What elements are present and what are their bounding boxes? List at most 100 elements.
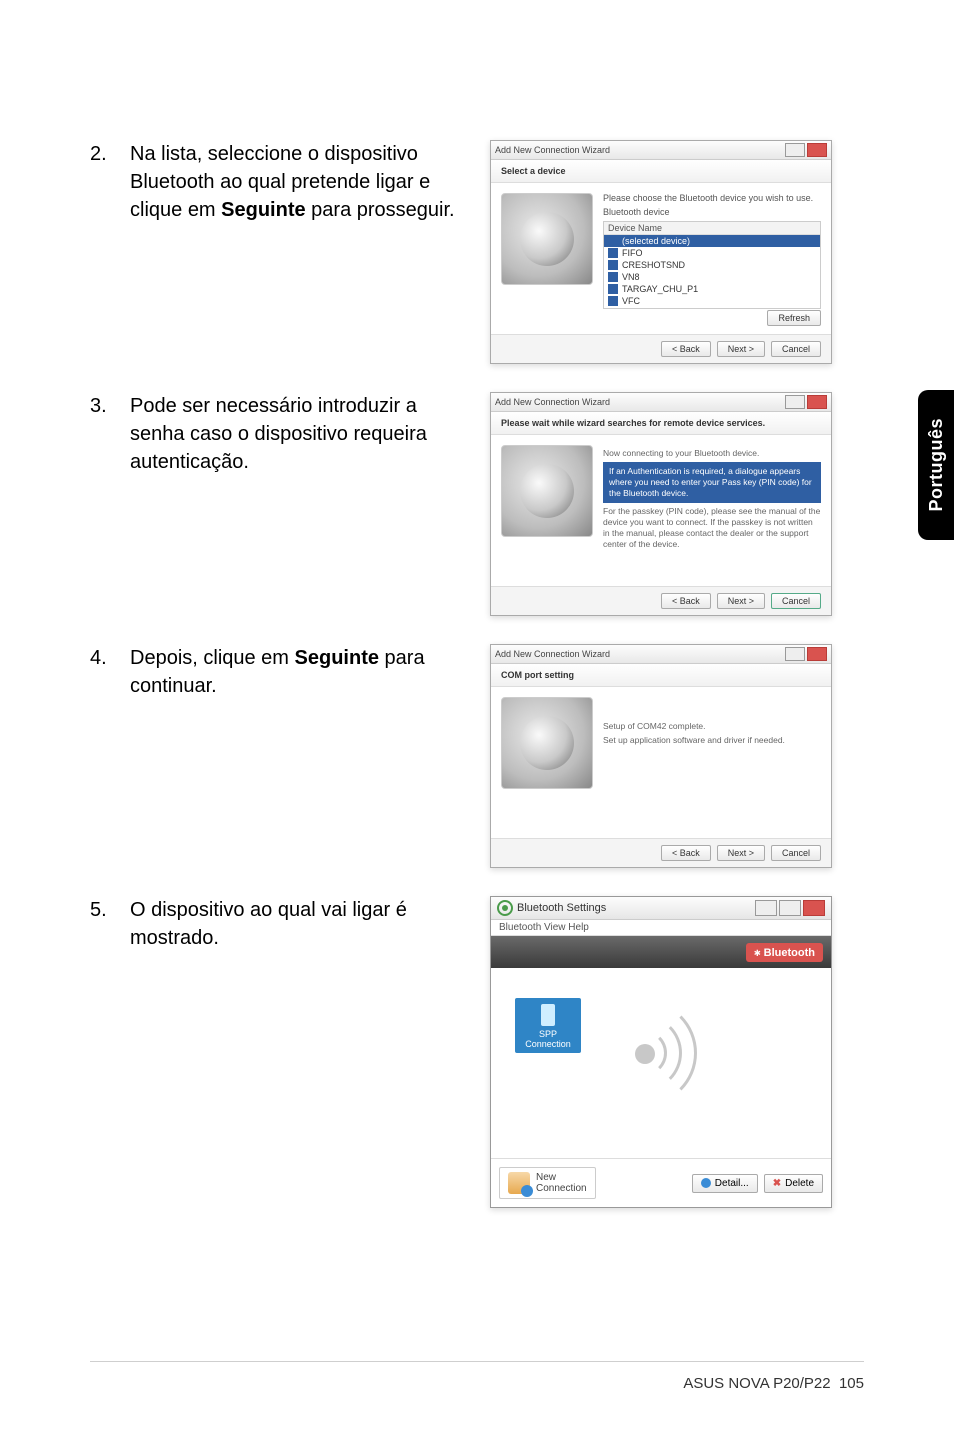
wizard-dialog-1: Add New Connection Wizard Select a devic… [490,140,832,364]
back-button[interactable]: < Back [661,341,711,357]
close-button[interactable] [807,143,827,157]
next-button[interactable]: Next > [717,341,765,357]
device-item[interactable]: VN8 [604,271,820,283]
new-connection-button[interactable]: New Connection [499,1167,596,1199]
step-number: 4. [90,644,130,672]
device-label: FIFO [622,248,643,258]
screenshot-2: Add New Connection Wizard Please wait wh… [490,392,830,616]
step-text-after: para prosseguir. [306,199,455,221]
device-icon [608,284,618,294]
screenshot-1: Add New Connection Wizard Select a devic… [490,140,830,364]
step-text: Na lista, seleccione o dispositivo Bluet… [130,140,490,224]
spp-label-bottom: Connection [517,1039,579,1049]
window-titlebar: Bluetooth Settings [491,897,831,920]
close-button[interactable] [807,647,827,661]
device-icon [608,296,618,306]
wizard-graphic [501,445,593,537]
device-list-header: Device Name [604,222,820,235]
back-button[interactable]: < Back [661,593,711,609]
maximize-button[interactable] [779,900,801,916]
minimize-button[interactable] [785,395,805,409]
footer-page-number: 105 [839,1375,864,1392]
window-bottom-bar: New Connection Detail... ✖ Delete [491,1158,831,1207]
device-icon [608,272,618,282]
wizard-graphic [501,697,593,789]
step-3-row: 3. Pode ser necessário introduzir a senh… [90,392,864,616]
delete-button-label: Delete [785,1178,814,1189]
next-button[interactable]: Next > [717,845,765,861]
dialog-title: Add New Connection Wizard [495,145,783,155]
delete-icon: ✖ [773,1178,781,1189]
device-label: VFC [622,296,640,306]
info-icon [701,1178,711,1188]
language-tab: Português [918,390,954,540]
step-text: O dispositivo ao qual vai ligar é mostra… [130,896,490,952]
new-connection-label-top: New [536,1172,587,1183]
cancel-button[interactable]: Cancel [771,593,821,609]
minimize-button[interactable] [755,900,777,916]
minimize-button[interactable] [785,143,805,157]
step-text-plain: O dispositivo ao qual vai ligar é mostra… [130,899,407,949]
dialog-titlebar: Add New Connection Wizard [491,393,831,412]
dialog-banner: Select a device [491,160,831,183]
refresh-button[interactable]: Refresh [767,310,821,326]
dialog-title: Add New Connection Wizard [495,649,783,659]
dialog-line: For the passkey (PIN code), please see t… [603,506,821,550]
dialog-titlebar: Add New Connection Wizard [491,141,831,160]
step-number: 2. [90,140,130,168]
bluetooth-badge-label: Bluetooth [764,947,815,959]
device-item[interactable]: VFC [604,295,820,307]
step-text: Pode ser necessário introduzir a senha c… [130,392,490,476]
wizard-dialog-3: Add New Connection Wizard COM port setti… [490,644,832,868]
device-icon [608,260,618,270]
plug-icon [541,1004,555,1026]
dialog-highlight-box: If an Authentication is required, a dial… [603,462,821,503]
device-label: (selected device) [622,236,690,246]
device-list-label: Bluetooth device [603,207,821,217]
device-label: VN8 [622,272,640,282]
delete-button[interactable]: ✖ Delete [764,1174,823,1193]
bluetooth-settings-window: Bluetooth Settings Bluetooth View Help ✱… [490,896,832,1208]
dialog-titlebar: Add New Connection Wizard [491,645,831,664]
new-connection-icon [508,1172,530,1194]
device-list[interactable]: Device Name (selected device) FIFO CRESH… [603,221,821,309]
device-item[interactable]: CRESHOTSND [604,259,820,271]
wizard-dialog-2: Add New Connection Wizard Please wait wh… [490,392,832,616]
screenshot-3: Add New Connection Wizard COM port setti… [490,644,830,868]
dialog-title: Add New Connection Wizard [495,397,783,407]
footer-product: ASUS NOVA P20/P22 [683,1375,830,1392]
close-button[interactable] [803,900,825,916]
device-icon [608,236,618,246]
spp-connection-icon[interactable]: SPP Connection [515,998,581,1053]
device-label: TARGAY_CHU_P1 [622,284,698,294]
step-4-row: 4. Depois, clique em Seguinte para conti… [90,644,864,868]
spp-label-top: SPP [517,1029,579,1039]
device-item[interactable]: FIFO [604,247,820,259]
dialog-line: Now connecting to your Bluetooth device. [603,448,821,459]
detail-button[interactable]: Detail... [692,1174,758,1193]
device-item[interactable]: TARGAY_CHU_P1 [604,283,820,295]
cancel-button[interactable]: Cancel [771,845,821,861]
step-text-bold: Seguinte [295,647,379,669]
language-tab-label: Português [926,418,947,512]
screenshot-4: Bluetooth Settings Bluetooth View Help ✱… [490,896,830,1208]
app-icon [497,900,513,916]
menu-bar[interactable]: Bluetooth View Help [491,920,831,936]
cancel-button[interactable]: Cancel [771,341,821,357]
step-text-plain: Depois, clique em [130,647,295,669]
dialog-line: Setup of COM42 complete. [603,721,821,732]
next-button[interactable]: Next > [717,593,765,609]
device-icon [608,248,618,258]
back-button[interactable]: < Back [661,845,711,861]
step-2-row: 2. Na lista, seleccione o dispositivo Bl… [90,140,864,364]
minimize-button[interactable] [785,647,805,661]
device-item-selected[interactable]: (selected device) [604,235,820,247]
step-number: 3. [90,392,130,420]
bluetooth-badge: ✱ Bluetooth [746,943,823,962]
step-text-plain: Pode ser necessário introduzir a senha c… [130,395,427,473]
close-button[interactable] [807,395,827,409]
dialog-banner: COM port setting [491,664,831,687]
wizard-graphic [501,193,593,285]
footer-rule [90,1361,864,1362]
dialog-banner: Please wait while wizard searches for re… [491,412,831,435]
